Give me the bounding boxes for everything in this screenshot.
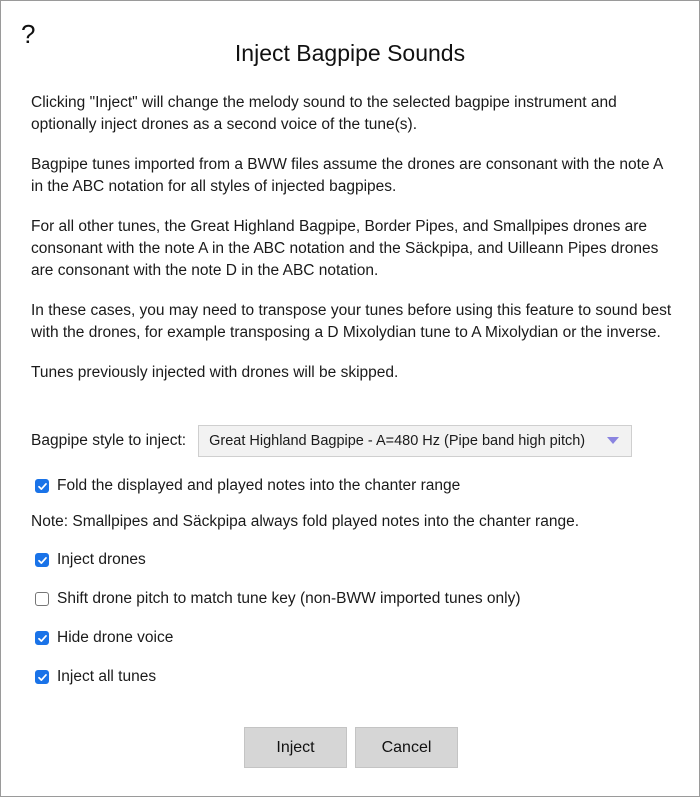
checkmark-icon [37,673,47,681]
inject-drones-label: Inject drones [57,551,146,568]
fold-notes-option[interactable]: Fold the displayed and played notes into… [35,475,460,497]
checkmark-icon [37,634,47,642]
shift-drone-pitch-option[interactable]: Shift drone pitch to match tune key (non… [35,588,521,610]
instruction-paragraph: For all other tunes, the Great Highland … [31,218,659,279]
instruction-paragraph: In these cases, you may need to transpos… [31,302,672,341]
inject-bagpipe-dialog: ? Inject Bagpipe Sounds Clicking "Inject… [0,0,700,797]
dropdown-arrow-icon [607,437,620,444]
inject-button[interactable]: Inject [244,727,347,768]
shift-drone-pitch-label: Shift drone pitch to match tune key (non… [57,590,521,607]
bagpipe-style-label: Bagpipe style to inject: [31,432,187,449]
hide-drone-voice-label: Hide drone voice [57,629,174,646]
fold-notes-checkbox[interactable] [35,479,49,493]
dialog-title: Inject Bagpipe Sounds [234,40,466,66]
shift-drone-pitch-checkbox[interactable] [35,592,49,606]
instructions: Clicking "Inject" will change the melody… [31,92,676,384]
checkmark-icon [37,482,47,490]
inject-drones-checkbox[interactable] [35,553,49,567]
fold-note-text: Note: Smallpipes and Säckpipa always fol… [31,513,580,530]
bagpipe-style-row: Bagpipe style to inject: Great Highland … [31,425,671,457]
instruction-paragraph: Tunes previously injected with drones wi… [31,364,399,381]
fold-notes-label: Fold the displayed and played notes into… [57,477,461,494]
bagpipe-style-value: Great Highland Bagpipe - A=480 Hz (Pipe … [209,433,586,449]
inject-all-tunes-option[interactable]: Inject all tunes [35,666,156,688]
instruction-paragraph: Bagpipe tunes imported from a BWW files … [31,156,663,195]
inject-all-tunes-checkbox[interactable] [35,670,49,684]
checkmark-icon [37,556,47,564]
hide-drone-voice-checkbox[interactable] [35,631,49,645]
hide-drone-voice-option[interactable]: Hide drone voice [35,627,173,649]
instruction-paragraph: Clicking "Inject" will change the melody… [31,94,617,133]
inject-all-tunes-label: Inject all tunes [57,668,157,685]
inject-drones-option[interactable]: Inject drones [35,549,146,571]
bagpipe-style-select[interactable]: Great Highland Bagpipe - A=480 Hz (Pipe … [198,425,633,457]
cancel-button[interactable]: Cancel [355,727,458,768]
